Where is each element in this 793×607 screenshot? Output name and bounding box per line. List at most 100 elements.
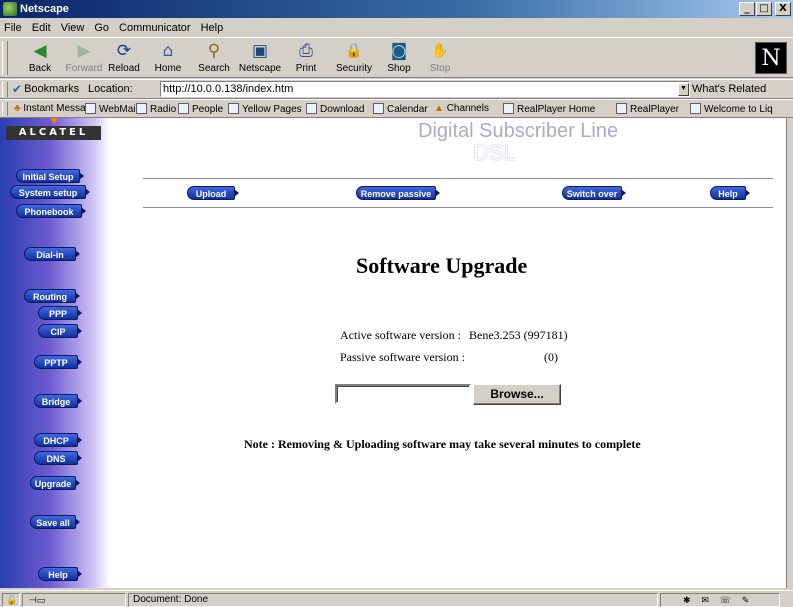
- bookmark-page-icon: [306, 103, 317, 114]
- plug-icon: ⊣▭: [29, 595, 46, 605]
- bookmarks-button[interactable]: ✔ Bookmarks: [12, 82, 79, 96]
- alcatel-logo-mark: [50, 118, 58, 124]
- banner-title: Digital Subscriber Line: [418, 120, 619, 142]
- sidebar-item-dhcp[interactable]: DHCP: [34, 433, 82, 447]
- window-title: Netscape: [20, 3, 69, 15]
- upgrade-note: Note : Removing & Uploading software may…: [244, 437, 641, 451]
- menu-file[interactable]: File: [4, 22, 22, 34]
- close-button[interactable]: X: [775, 2, 791, 16]
- sidebar-item-cip[interactable]: CIP: [38, 324, 82, 338]
- bookmark-page-icon: [616, 103, 627, 114]
- banner-dsl: DSL: [473, 140, 516, 165]
- browse-button[interactable]: Browse...: [473, 384, 561, 405]
- link-realplayer-home[interactable]: RealPlayer Home: [503, 103, 595, 115]
- people-icon: ♣: [14, 103, 21, 114]
- url-field[interactable]: http://10.0.0.138/index.htm: [160, 81, 690, 97]
- status-bar: 🔓 ⊣▭ Document: Done ✱ ✉ ☏ ✎: [0, 590, 793, 607]
- link-yellow-pages[interactable]: Yellow Pages: [228, 103, 302, 115]
- sidebar: ALCATEL Initial Setup System setup Phone…: [0, 118, 110, 588]
- security-status-icon[interactable]: 🔓: [2, 593, 20, 607]
- stop-button[interactable]: ✋ Stop: [416, 41, 464, 77]
- back-button[interactable]: ◀ Back: [16, 41, 64, 77]
- bookmark-page-icon: [373, 103, 384, 114]
- bookmark-page-icon: [85, 103, 96, 114]
- toolbar-grip[interactable]: [2, 82, 8, 97]
- sidebar-item-help[interactable]: Help: [38, 567, 82, 581]
- active-version-value: Bene3.253 (997181): [469, 328, 568, 342]
- composer-icon[interactable]: ✎: [742, 595, 750, 605]
- link-webmail[interactable]: WebMail: [85, 103, 138, 115]
- folder-icon: ▲: [434, 103, 444, 114]
- menu-go[interactable]: Go: [94, 22, 109, 34]
- sidebar-item-ppp[interactable]: PPP: [38, 306, 82, 320]
- search-button[interactable]: ⚲ Search: [190, 41, 238, 77]
- browser-window: Netscape _ □ X File Edit View Go Communi…: [0, 0, 793, 607]
- file-path-input[interactable]: [335, 384, 471, 404]
- sidebar-item-upgrade[interactable]: Upgrade: [30, 476, 80, 490]
- sidebar-item-dns[interactable]: DNS: [34, 451, 82, 465]
- bookmark-page-icon: [178, 103, 189, 114]
- sidebar-item-dial-in[interactable]: Dial-in: [24, 247, 80, 261]
- bookmark-page-icon: [503, 103, 514, 114]
- lock-icon: 🔒: [345, 43, 363, 59]
- status-text: Document: Done: [128, 593, 658, 607]
- navigation-toolbar: ◀ Back ▶ Forward ⟳ Reload ⌂ Home ⚲ Search ▣ Ne…: [0, 37, 793, 78]
- toolbar-grip[interactable]: [2, 102, 8, 116]
- link-realplayer[interactable]: RealPlayer: [616, 103, 679, 115]
- sidebar-item-save-all[interactable]: Save all: [30, 515, 80, 529]
- bookmark-icon: ✔: [12, 82, 23, 96]
- component-bar[interactable]: ✱ ✉ ☏ ✎: [660, 593, 780, 607]
- link-people[interactable]: People: [178, 103, 223, 115]
- shop-icon: ◙: [390, 41, 408, 61]
- mail-icon[interactable]: ✉: [701, 595, 709, 605]
- menu-view[interactable]: View: [61, 22, 85, 34]
- maximize-button[interactable]: □: [756, 2, 772, 16]
- scrollbar[interactable]: [787, 118, 793, 588]
- home-button[interactable]: ⌂ Home: [144, 41, 192, 77]
- switch-over-button[interactable]: Switch over: [562, 186, 626, 200]
- url-dropdown-button[interactable]: ▼: [678, 83, 689, 96]
- link-channels[interactable]: ▲ Channels: [434, 103, 489, 114]
- link-radio[interactable]: Radio: [136, 103, 176, 115]
- remove-passive-button[interactable]: Remove passive: [356, 186, 440, 200]
- upload-button[interactable]: Upload: [187, 186, 239, 200]
- sidebar-item-bridge[interactable]: Bridge: [34, 394, 82, 408]
- minimize-button[interactable]: _: [739, 2, 755, 16]
- whats-related-button[interactable]: What's Related: [692, 83, 766, 95]
- dsl-banner: Digital Subscriber Line DSL: [323, 118, 623, 173]
- reload-icon: ⟳: [116, 41, 132, 61]
- alcatel-logo: ALCATEL: [6, 126, 101, 140]
- discussion-icon[interactable]: ☏: [720, 595, 731, 605]
- help-button[interactable]: Help: [710, 186, 750, 200]
- netscape-button[interactable]: ▣ Netscape: [236, 41, 284, 77]
- location-toolbar: ✔ Bookmarks Location: http://10.0.0.138/…: [0, 79, 793, 99]
- sidebar-item-system-setup[interactable]: System setup: [10, 185, 90, 199]
- sidebar-item-routing[interactable]: Routing: [24, 289, 80, 303]
- netscape-app-icon: [3, 2, 17, 16]
- personal-toolbar: ♣ Instant Message WebMail Radio People Y…: [0, 99, 793, 118]
- bookmark-page-icon: [690, 103, 701, 114]
- netscape-icon: ▣: [251, 41, 269, 61]
- menu-communicator[interactable]: Communicator: [119, 22, 191, 34]
- page-title: Software Upgrade: [356, 253, 528, 278]
- divider: [143, 178, 773, 179]
- active-version-label: Active software version :: [340, 328, 461, 342]
- link-calendar[interactable]: Calendar: [373, 103, 428, 115]
- back-arrow-icon: ◀: [33, 41, 47, 61]
- sidebar-item-initial-setup[interactable]: Initial Setup: [16, 169, 84, 183]
- security-button[interactable]: 🔒 Security: [330, 41, 378, 77]
- menu-help[interactable]: Help: [201, 22, 224, 34]
- reload-button[interactable]: ⟳ Reload: [100, 41, 148, 77]
- home-icon: ⌂: [162, 41, 174, 61]
- sidebar-item-pptp[interactable]: PPTP: [34, 355, 82, 369]
- stop-icon: ✋: [431, 43, 449, 59]
- link-welcome[interactable]: Welcome to Liq: [690, 103, 773, 115]
- divider: [143, 207, 773, 208]
- navigator-icon[interactable]: ✱: [683, 595, 691, 605]
- toolbar-grip[interactable]: [2, 41, 8, 75]
- link-download[interactable]: Download: [306, 103, 364, 115]
- print-button[interactable]: ⎙ Print: [282, 41, 330, 77]
- menu-edit[interactable]: Edit: [32, 22, 51, 34]
- connection-status: ⊣▭: [22, 593, 126, 607]
- sidebar-item-phonebook[interactable]: Phonebook: [16, 204, 86, 218]
